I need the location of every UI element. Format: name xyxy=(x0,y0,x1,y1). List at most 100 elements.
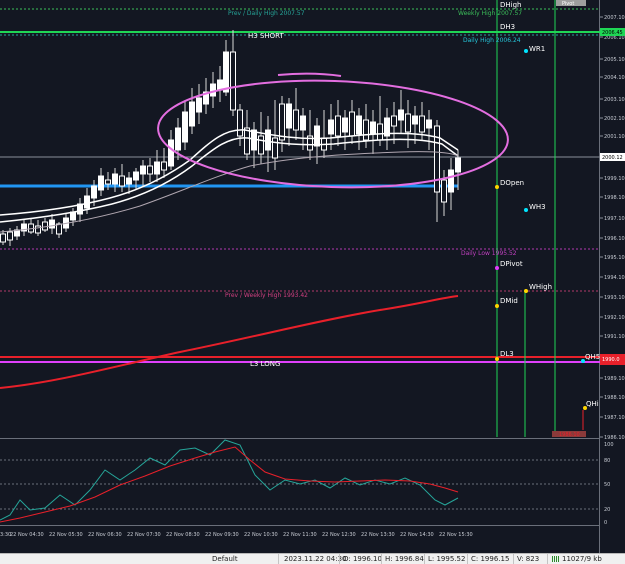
pivot-tag-text: Pivot xyxy=(562,1,574,7)
qhigh-label: QHi xyxy=(586,400,599,408)
dl3-marker xyxy=(495,357,499,361)
time-label: 22 Nov 09:30 xyxy=(205,532,239,538)
bear-candle xyxy=(377,123,383,141)
price-label: 1991.10 xyxy=(604,334,625,340)
profile-name[interactable]: Default xyxy=(212,555,238,564)
bear-candle xyxy=(335,115,341,137)
bear-candle xyxy=(279,103,285,141)
current-price-tag-text: 2000.12 xyxy=(602,155,623,161)
price-label: 1993.10 xyxy=(604,295,625,301)
dpivot-label: DPivot xyxy=(500,260,523,268)
indicator-label: 80 xyxy=(604,458,610,464)
daily-low-label: Daily Low 1995.52 xyxy=(461,250,517,257)
wr1-marker xyxy=(524,49,528,53)
dl3-label: DL3 xyxy=(500,350,514,358)
indicator-label: 20 xyxy=(604,507,610,513)
bull-candle xyxy=(189,101,195,127)
qh-price-tag-text: 1990.0 xyxy=(602,357,620,363)
bull-candle xyxy=(356,115,362,135)
status-bar: Default 2023.11.22 04:30 O: 1996.10 H: 1… xyxy=(0,553,625,564)
indicator-label: 0 xyxy=(604,520,607,526)
qh5-label: QH5 xyxy=(585,353,600,361)
bull-candle xyxy=(154,161,160,175)
bull-candle xyxy=(182,111,188,143)
dopen-marker xyxy=(495,185,499,189)
price-label: 2003.10 xyxy=(604,97,625,103)
l3-long-label: L3 LONG xyxy=(250,360,280,368)
bull-candle xyxy=(265,129,271,151)
bear-candle xyxy=(0,233,6,243)
bear-candle xyxy=(419,115,425,133)
bear-candle xyxy=(405,113,411,133)
indicator-pane[interactable]: 100 80 50 20 0 xyxy=(0,439,614,526)
whigh-marker xyxy=(524,289,528,293)
bull-candle xyxy=(84,195,90,209)
bear-candle xyxy=(42,221,48,231)
prev-weekly-high-label: Prev / Weekly High 1993.42 xyxy=(225,292,308,299)
bear-candle xyxy=(434,125,440,193)
dhigh-label: DHigh xyxy=(500,1,521,9)
bull-candle xyxy=(210,83,216,97)
price-label: 2005.10 xyxy=(604,57,625,63)
price-label: 1997.10 xyxy=(604,216,625,222)
wh3-label: WH3 xyxy=(529,203,546,211)
price-label: 1995.10 xyxy=(604,255,625,261)
time-label: 22 Nov 15:30 xyxy=(439,532,473,538)
bull-candle xyxy=(286,103,292,129)
dmid-marker xyxy=(495,304,499,308)
bull-candle xyxy=(91,185,97,199)
price-label: 1992.10 xyxy=(604,315,625,321)
trading-chart-window: Prev / Daily High 2007.57 Weekly High 20… xyxy=(0,0,625,564)
dpivot-marker xyxy=(495,266,499,270)
time-label: 22 Nov 11:30 xyxy=(283,532,317,538)
time-label: 22 Nov 05:30 xyxy=(49,532,83,538)
bull-candle xyxy=(448,169,454,193)
bear-candle xyxy=(363,119,369,141)
bear-candle xyxy=(293,109,299,131)
bear-candle xyxy=(119,175,125,187)
price-chart[interactable]: Prev / Daily High 2007.57 Weekly High 20… xyxy=(0,0,625,553)
price-label: 1994.10 xyxy=(604,275,625,281)
bull-candle xyxy=(140,165,146,175)
bear-candle xyxy=(35,225,41,234)
bull-candle xyxy=(426,119,432,129)
bear-candle xyxy=(28,223,34,233)
bull-candle xyxy=(300,115,306,131)
time-axis-labels[interactable]: 3:3022 Nov 04:30 22 Nov 05:30 22 Nov 06:30… xyxy=(0,532,473,538)
bull-candle xyxy=(126,177,132,185)
price-label: 1989.10 xyxy=(604,376,625,382)
bear-candle xyxy=(244,127,250,155)
bear-candle xyxy=(391,115,397,127)
price-label: 2004.10 xyxy=(604,75,625,81)
bull-candle xyxy=(196,97,202,113)
bar-datetime: 2023.11.22 04:30 xyxy=(284,555,347,563)
h3-short-label: H3 SHORT xyxy=(248,32,285,40)
dopen-label: DOpen xyxy=(500,179,524,187)
bar-open: O: 1996.10 xyxy=(343,555,382,563)
time-label: 22 Nov 14:30 xyxy=(400,532,434,538)
bear-candle xyxy=(258,135,264,155)
bull-candle xyxy=(168,139,174,167)
bear-candle xyxy=(161,161,167,171)
time-label: 22 Nov 04:30 xyxy=(10,532,44,538)
bar-low: L: 1995.52 xyxy=(428,555,466,563)
bear-candle xyxy=(7,231,13,241)
bull-candle xyxy=(133,171,139,181)
dmid-label: DMid xyxy=(500,297,518,305)
bull-candle xyxy=(398,109,404,121)
indicator-label: 50 xyxy=(604,482,610,488)
daily-high-label: Daily High 2006.24 xyxy=(463,37,521,44)
bull-candle xyxy=(223,51,229,93)
wh3-marker xyxy=(524,208,528,212)
price-label: 1999.10 xyxy=(604,176,625,182)
bull-candle xyxy=(455,157,461,173)
price-label: 2001.10 xyxy=(604,134,625,140)
time-label: 22 Nov 07:30 xyxy=(127,532,161,538)
time-label: 22 Nov 12:30 xyxy=(322,532,356,538)
bear-candle xyxy=(441,179,447,203)
dh3-price-tag-text: 2006.45 xyxy=(602,30,623,36)
bull-candle xyxy=(49,219,55,229)
bear-candle xyxy=(105,179,111,185)
prev-daily-high-label: Prev / Daily High 2007.57 xyxy=(228,10,305,17)
network-traffic: 11027/9 kb xyxy=(562,555,602,563)
